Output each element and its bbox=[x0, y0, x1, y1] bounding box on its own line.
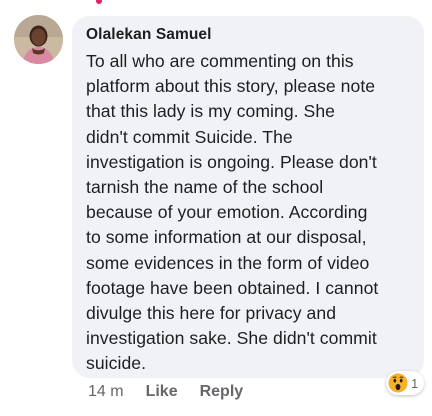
comment-text-line: suicide. bbox=[86, 353, 147, 374]
comment-text-line: to some information at our disposal, bbox=[86, 227, 367, 248]
comment-text-line: investigation is ongoing. Please don't bbox=[86, 151, 377, 172]
comment-text-line: that this lady is my coming. She bbox=[86, 101, 335, 122]
comment-timestamp[interactable]: 14 m bbox=[88, 383, 124, 401]
comment-text-line: because of your emotion. According bbox=[86, 202, 368, 223]
comment-thread: Olalekan Samuel To all who are commentin… bbox=[0, 0, 432, 416]
comment-text-line: divulge this here for privacy and bbox=[86, 303, 337, 324]
avatar-photo bbox=[14, 15, 63, 64]
like-button[interactable]: Like bbox=[146, 383, 178, 401]
top-edge bbox=[0, 0, 432, 4]
top-edge-marker bbox=[96, 0, 102, 4]
comment-actions: 14 m Like Reply bbox=[88, 381, 265, 403]
reaction-summary[interactable]: 1 bbox=[386, 371, 425, 395]
comment-text-line: some evidences in the form of video bbox=[86, 252, 370, 273]
reply-button[interactable]: Reply bbox=[200, 383, 244, 401]
comment-text-line: platform about this story, please note bbox=[86, 76, 376, 97]
reaction-count: 1 bbox=[411, 375, 419, 391]
comment-text: To all who are commenting on this platfor… bbox=[86, 49, 412, 377]
comment-text-line: tarnish the name of the school bbox=[86, 177, 324, 198]
comment-bubble: Olalekan Samuel To all who are commentin… bbox=[72, 16, 424, 378]
comment-text-line: didn't commit Suicide. The bbox=[86, 126, 293, 147]
comment-text-line: To all who are commenting on this bbox=[86, 51, 354, 71]
wow-icon bbox=[388, 373, 408, 393]
avatar[interactable] bbox=[14, 15, 63, 64]
comment-text-line: footage have been obtained. I cannot bbox=[86, 277, 379, 298]
comment-text-line: investigation sake. She didn't commit bbox=[86, 328, 377, 349]
comment-author[interactable]: Olalekan Samuel bbox=[86, 25, 412, 45]
